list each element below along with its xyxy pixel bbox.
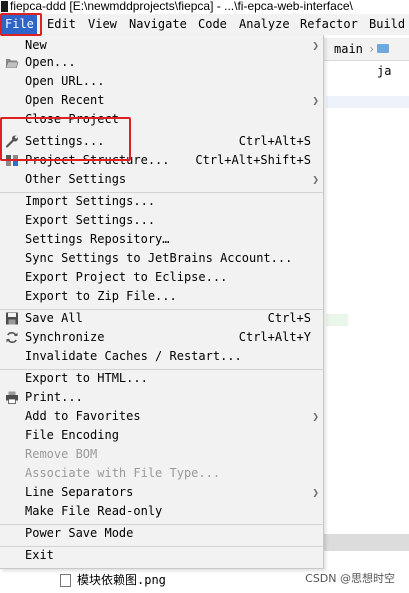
menu-item-label: Close Project [25,112,119,126]
menu-item-label: Synchronize [25,330,105,344]
menu-item-label: Make File Read-only [25,504,163,518]
menu-item-export-zip[interactable]: Export to Zip File... [0,287,323,306]
breadcrumb-java-label: ja [377,64,392,78]
menu-item-label: Remove BOM [25,447,98,461]
menu-item-label: Project Structure... [25,153,170,167]
menu-item-close-project[interactable]: Close Project [0,110,323,129]
folder-open-icon [5,59,19,68]
printer-icon [6,391,18,404]
project-tree-file[interactable]: 模块依赖图.png [60,572,166,588]
folder-icon [377,44,389,53]
menu-item-other-settings[interactable]: Other Settings ❯ [0,170,323,189]
menu-navigate[interactable]: Navigate [126,14,190,35]
menu-item-label: Associate with File Type... [25,466,221,480]
menu-file[interactable]: File [2,14,37,35]
breadcrumb-java[interactable]: ja [377,38,409,82]
menu-item-sync-settings[interactable]: Sync Settings to JetBrains Account... [0,249,323,268]
menu-item-open-url[interactable]: Open URL... [0,72,323,91]
menu-item-print[interactable]: Print... [0,388,323,407]
menu-code[interactable]: Code [195,14,230,35]
file-menu-dropdown: New ❯ Open... Open URL... Open Recent ❯ … [0,35,324,569]
menu-item-export-settings[interactable]: Export Settings... [0,211,323,230]
menu-item-project-structure[interactable]: Project Structure... Ctrl+Alt+Shift+S [0,151,323,170]
menu-item-synchronize[interactable]: Synchronize Ctrl+Alt+Y [0,328,323,347]
menu-item-label: Open Recent [25,93,105,107]
menu-item-label: Import Settings... [25,194,156,208]
menu-item-label: Other Settings [25,172,127,186]
sync-icon [6,332,18,343]
editor-line-highlight [326,96,409,108]
menu-item-settings-repository[interactable]: Settings Repository… [0,230,323,249]
menu-item-label: Exit [25,548,54,562]
menu-item-label: Line Separators [25,485,134,499]
submenu-arrow-icon: ❯ [312,173,319,186]
menu-item-label: Open URL... [25,74,105,88]
menu-item-line-separators[interactable]: Line Separators ❯ [0,483,323,502]
menu-analyze[interactable]: Analyze [236,14,293,35]
menu-item-label: Settings... [25,134,105,148]
menu-item-shortcut: Ctrl+Alt+S [238,134,311,148]
menu-item-shortcut: Ctrl+S [267,311,311,325]
navigation-bar: main › ja [322,38,409,78]
editor-line-highlight [326,314,348,326]
menu-item-label: Invalidate Caches / Restart... [25,349,242,363]
menu-item-invalidate-caches[interactable]: Invalidate Caches / Restart... [0,347,323,366]
menu-edit[interactable]: Edit [44,14,79,35]
menu-item-settings[interactable]: Settings... Ctrl+Alt+S [0,132,323,151]
menu-item-associate-file-type: Associate with File Type... [0,464,323,483]
menu-refactor[interactable]: Refactor [297,14,361,35]
menu-item-add-favorites[interactable]: Add to Favorites ❯ [0,407,323,426]
wrench-icon [5,135,18,148]
menu-item-open-recent[interactable]: Open Recent ❯ [0,91,323,110]
breadcrumb-main[interactable]: main [334,38,363,60]
menu-item-label: Settings Repository… [25,232,170,246]
project-tree-file-name: 模块依赖图.png [77,573,166,587]
menu-item-label: Export Project to Eclipse... [25,270,228,284]
save-icon [6,312,18,325]
menu-item-label: Add to Favorites [25,409,141,423]
menu-item-save-all[interactable]: Save All Ctrl+S [0,309,323,328]
menu-item-export-html[interactable]: Export to HTML... [0,369,323,388]
menu-item-label: Export Settings... [25,213,156,227]
menu-item-label: Power Save Mode [25,526,134,540]
menu-item-open[interactable]: Open... [0,53,323,72]
intellij-app-icon [1,1,8,12]
project-structure-icon [6,155,18,166]
window-title-bar: fiepca-ddd [E:\newmddprojects\fiepca] - … [0,0,409,14]
submenu-arrow-icon: ❯ [312,94,319,107]
menu-item-remove-bom: Remove BOM [0,445,323,464]
menu-bar: File Edit View Navigate Code Analyze Ref… [0,14,409,35]
menu-item-shortcut: Ctrl+Alt+Shift+S [195,153,311,167]
menu-item-power-save-mode[interactable]: Power Save Mode [0,524,323,543]
submenu-arrow-icon: ❯ [312,410,319,423]
menu-item-label: Export to HTML... [25,371,148,385]
menu-item-shortcut: Ctrl+Alt+Y [238,330,311,344]
menu-item-label: Export to Zip File... [25,289,177,303]
watermark: CSDN @思想时空 [305,572,395,585]
menu-item-label: Sync Settings to JetBrains Account... [25,251,293,265]
menu-item-label: Open... [25,55,76,69]
menu-item-exit[interactable]: Exit [0,546,323,565]
menu-item-label: Save All [25,311,83,325]
image-file-icon [60,574,71,587]
menu-item-label: Print... [25,390,83,404]
menu-item-import-settings[interactable]: Import Settings... [0,192,323,211]
menu-view[interactable]: View [85,14,120,35]
window-title: fiepca-ddd [E:\newmddprojects\fiepca] - … [10,0,353,13]
menu-build[interactable]: Build [366,14,408,35]
menu-item-make-read-only[interactable]: Make File Read-only [0,502,323,521]
menu-item-label: File Encoding [25,428,119,442]
menu-item-export-eclipse[interactable]: Export Project to Eclipse... [0,268,323,287]
menu-item-file-encoding[interactable]: File Encoding [0,426,323,445]
breadcrumb-separator-icon: › [368,42,376,56]
submenu-arrow-icon: ❯ [312,486,319,499]
